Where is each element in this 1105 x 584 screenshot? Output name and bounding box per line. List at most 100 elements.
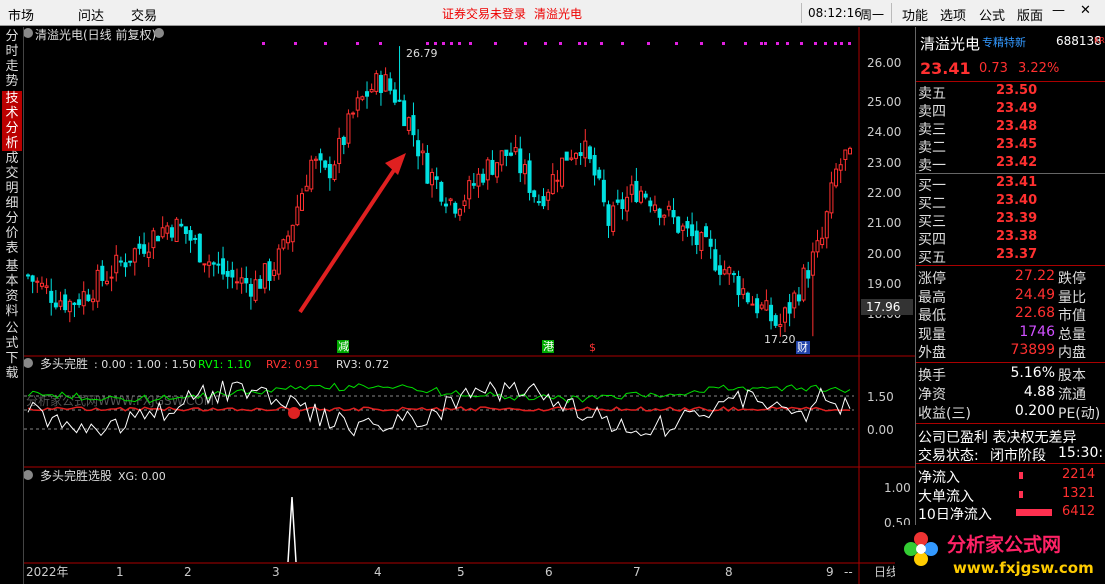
candle-body <box>546 191 551 201</box>
candle-body <box>295 206 300 226</box>
candle-body <box>258 278 263 289</box>
candle-body <box>67 300 72 313</box>
candle-body <box>597 169 602 179</box>
tab-profile[interactable]: 基本资料 <box>2 259 22 319</box>
candle-body <box>44 285 49 288</box>
candle-body <box>86 294 91 302</box>
y-tick: 24.00 <box>867 125 901 139</box>
signal-dot <box>458 42 461 45</box>
candle-body <box>355 97 360 111</box>
candle-body <box>114 254 119 274</box>
notice-status-label: 交易状态: <box>918 448 979 464</box>
stat-r: 流通 <box>1058 387 1086 403</box>
flow-value: 1321 <box>1062 485 1096 501</box>
tab-technical[interactable]: 技术分析 <box>2 91 22 151</box>
close-icon[interactable]: ✕ <box>1080 3 1091 18</box>
login-status[interactable]: 证券交易未登录 <box>442 5 526 22</box>
quote-price: 23.41 <box>920 59 971 78</box>
ind2-xg: XG: 0.00 <box>118 470 166 483</box>
quote-change: 0.73 <box>979 61 1008 76</box>
signal-dot <box>700 42 703 45</box>
y-tick: 22.00 <box>867 186 901 200</box>
watermark: 分析家公式网WWW.FXJGSW.COM <box>26 393 214 408</box>
menu-wenda[interactable]: 问达 <box>78 5 104 24</box>
signal-dot <box>494 42 497 45</box>
candle-body <box>796 294 801 302</box>
candle-body <box>481 173 486 183</box>
candle-body <box>629 184 634 195</box>
candle-body <box>713 249 718 271</box>
signal-dot <box>848 42 851 45</box>
menu-formula[interactable]: 公式 <box>979 5 1005 24</box>
candle-body <box>708 238 713 247</box>
menu-options[interactable]: 选项 <box>940 5 966 24</box>
candle-body <box>77 299 82 306</box>
candle-body <box>197 233 202 263</box>
candle-body <box>183 226 188 234</box>
candle-body <box>495 162 500 178</box>
candle-body <box>207 261 212 266</box>
candle-body <box>457 208 462 216</box>
chart-area[interactable]: 清溢光电(日线 前复权) 26.00 25.00 24.00 23.00 22.… <box>24 27 915 584</box>
candle-body <box>174 218 179 242</box>
candle-body <box>239 277 244 284</box>
menu-layout[interactable]: 版面 <box>1017 5 1043 24</box>
book-label: 卖五 <box>918 86 946 102</box>
event-label-reduce: 减 <box>338 340 349 353</box>
candle-body <box>53 302 58 308</box>
candle-body <box>657 208 662 218</box>
menu-trade[interactable]: 交易 <box>131 5 157 24</box>
minimize-icon[interactable]: — <box>1052 3 1065 18</box>
candle-body <box>522 164 527 175</box>
signal-dot <box>744 42 747 45</box>
tab-intraday[interactable]: 分时走势 <box>2 29 22 89</box>
signal-dot <box>760 42 763 45</box>
y-tick: 26.00 <box>867 56 901 70</box>
candle-body <box>615 199 620 203</box>
candle-body <box>281 239 286 249</box>
signal-dot <box>722 42 725 45</box>
x-label: 7 <box>633 565 641 579</box>
candle-body <box>662 214 667 218</box>
candle-body <box>620 199 625 210</box>
candle-body <box>820 237 825 246</box>
event-label-finance: 财 <box>797 340 808 354</box>
divider <box>916 423 1105 424</box>
ind2-y-tick: 1.00 <box>884 481 911 495</box>
stat-r: 量比 <box>1058 289 1086 306</box>
stat-l: 现量 <box>918 326 946 343</box>
x-label: 2 <box>184 565 192 579</box>
candle-body <box>248 283 253 297</box>
signal-dot <box>356 42 359 45</box>
candle-body <box>745 292 750 303</box>
candle-body <box>318 153 323 161</box>
candle-body <box>369 89 374 93</box>
book-label: 买二 <box>918 196 946 212</box>
menu-market[interactable]: 市场 <box>8 5 34 24</box>
candle-body <box>676 216 681 233</box>
signal-dot <box>584 42 587 45</box>
candle-body <box>360 96 365 100</box>
candle-body <box>504 149 509 156</box>
logo-text: 分析家公式网 <box>947 533 1061 556</box>
candle-body <box>411 115 416 136</box>
candle-body <box>137 243 142 249</box>
candle-body <box>397 99 402 102</box>
x-label: 8 <box>725 565 733 579</box>
tab-price-table[interactable]: 分价表 <box>2 211 22 256</box>
tab-formula-download[interactable]: 公式下载 <box>2 321 22 381</box>
candle-body <box>513 147 518 153</box>
signal-dot <box>675 42 678 45</box>
y-tick: 23.00 <box>867 156 901 170</box>
low-label: 17.20 <box>764 333 796 346</box>
book-price: 23.41 <box>996 175 1038 190</box>
candle-body <box>564 151 569 161</box>
candle-body <box>639 190 644 203</box>
candle-body <box>671 210 676 218</box>
tab-trades[interactable]: 成交明细 <box>2 151 22 211</box>
quote-panel: 清溢光电 专精特新 688138 KR 23.41 0.73 3.22% 卖五 2… <box>915 27 1105 584</box>
menu-function[interactable]: 功能 <box>902 5 928 24</box>
candle-body <box>286 235 291 244</box>
candle-body <box>91 298 96 303</box>
candle-body <box>569 157 574 160</box>
